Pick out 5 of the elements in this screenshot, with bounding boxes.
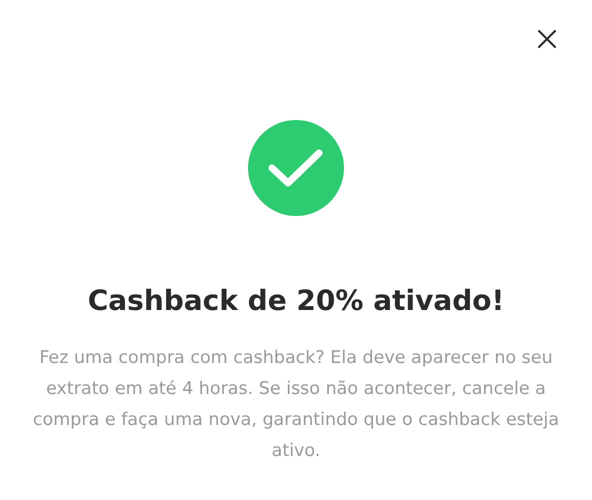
- dialog-message: Fez uma compra com cashback? Ela deve aparecer no seu extrato em até 4 horas. Se isso não acontecer, cancele a compra e faça uma nova, garantindo que o cashback esteja ativo.: [32, 347, 560, 463]
- success-check-icon: [248, 120, 344, 216]
- close-button[interactable]: [536, 28, 558, 50]
- close-icon: [538, 30, 556, 48]
- dialog-title: Cashback de 20% ativado!: [88, 284, 504, 317]
